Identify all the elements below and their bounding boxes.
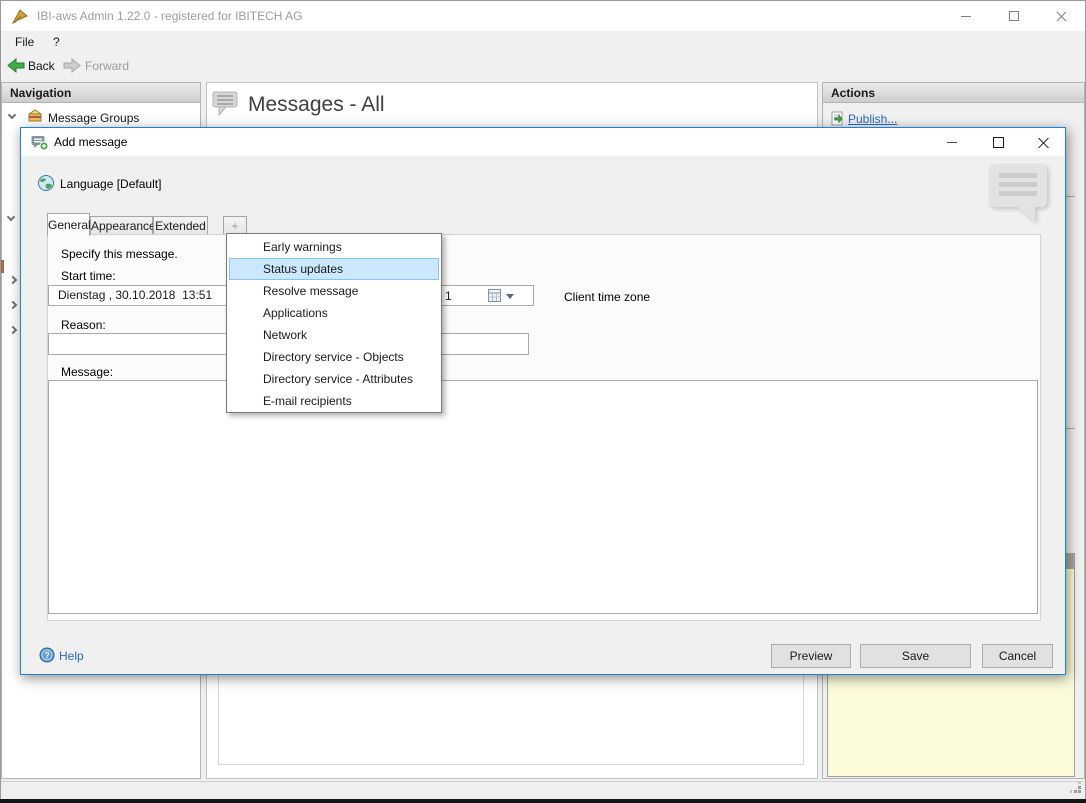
cancel-button[interactable]: Cancel <box>982 644 1053 668</box>
menubar: File ? <box>1 31 1085 53</box>
language-label[interactable]: Language [Default] <box>60 177 161 191</box>
dialog-title: Add message <box>54 128 127 156</box>
message-bubble-icon <box>212 90 240 121</box>
menu-item-directory-service-objects[interactable]: Directory service - Objects <box>229 346 439 368</box>
help-link[interactable]: Help <box>59 649 84 663</box>
globe-icon <box>37 174 55 195</box>
dialog-titlebar: Add message <box>21 128 1065 156</box>
menu-item-early-warnings[interactable]: Early warnings <box>229 236 439 258</box>
svg-text:?: ? <box>44 651 50 661</box>
toolbar: Back Forward <box>1 53 1085 80</box>
end-time-visible-text: 1 <box>445 288 452 305</box>
tree-item-message-groups[interactable]: Message Groups <box>48 111 139 125</box>
back-button[interactable]: Back <box>28 59 55 73</box>
tab-extended[interactable]: Extended <box>153 216 208 235</box>
preview-button[interactable]: Preview <box>771 644 851 668</box>
save-button[interactable]: Save <box>860 644 971 668</box>
window-title: IBI-aws Admin 1.22.0 - registered for IB… <box>37 1 302 31</box>
add-message-icon <box>31 134 49 154</box>
menu-item-network[interactable]: Network <box>229 324 439 346</box>
message-label: Message: <box>61 365 113 379</box>
publish-link[interactable]: Publish... <box>848 112 897 126</box>
forward-arrow-icon <box>63 58 81 76</box>
app-window: IBI-aws Admin 1.22.0 - registered for IB… <box>0 0 1086 803</box>
dialog-maximize-button[interactable] <box>982 128 1014 156</box>
back-arrow-icon[interactable] <box>7 58 25 76</box>
menu-item-email-recipients[interactable]: E-mail recipients <box>229 390 439 412</box>
calendar-icon[interactable] <box>488 289 501 305</box>
intro-text: Specify this message. <box>61 247 178 261</box>
dialog-close-button[interactable] <box>1027 128 1059 156</box>
start-time-field[interactable]: Dienstag , 30.10.2018 13:51 <box>48 285 234 306</box>
dialog-minimize-button[interactable] <box>936 128 968 156</box>
reason-label: Reason: <box>61 318 106 332</box>
tab-appearance[interactable]: Appearance <box>90 216 153 235</box>
app-icon <box>11 8 29 29</box>
menu-item-directory-service-attributes[interactable]: Directory service - Attributes <box>229 368 439 390</box>
tab-general[interactable]: General <box>47 213 90 236</box>
status-bar <box>1 781 1085 799</box>
message-groups-icon <box>27 108 43 127</box>
window-maximize-button[interactable] <box>997 1 1031 31</box>
menu-help[interactable]: ? <box>53 31 60 53</box>
start-time-label: Start time: <box>61 269 116 283</box>
add-message-dialog: Add message Language [Default] General A… <box>20 127 1066 675</box>
window-minimize-button[interactable] <box>949 1 983 31</box>
resize-grip-icon[interactable] <box>1069 781 1081 796</box>
navigation-header: Navigation <box>1 82 201 103</box>
calendar-dropdown-arrow-icon[interactable] <box>506 294 514 303</box>
message-textarea[interactable] <box>48 380 1038 614</box>
menu-file[interactable]: File <box>15 31 34 53</box>
menu-item-applications[interactable]: Applications <box>229 302 439 324</box>
menu-item-status-updates[interactable]: Status updates <box>229 258 439 280</box>
help-icon: ? <box>39 647 55 666</box>
tree-icon-sliver <box>1 260 4 273</box>
client-time-zone-label[interactable]: Client time zone <box>564 290 650 304</box>
actions-header: Actions <box>822 82 1085 103</box>
forward-button: Forward <box>85 59 129 73</box>
page-title: Messages - All <box>248 93 385 117</box>
window-close-button[interactable] <box>1045 1 1079 31</box>
window-bottom-edge <box>0 799 1086 803</box>
message-type-menu: Early warnings Status updates Resolve me… <box>226 233 442 413</box>
message-watermark-icon <box>989 164 1053 229</box>
menu-item-resolve-message[interactable]: Resolve message <box>229 280 439 302</box>
window-titlebar: IBI-aws Admin 1.22.0 - registered for IB… <box>1 1 1085 31</box>
